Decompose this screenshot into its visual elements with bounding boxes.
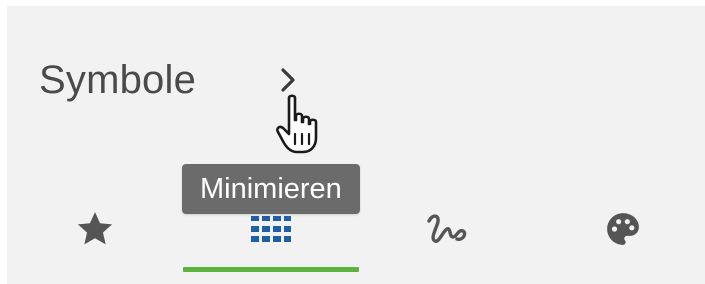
hand-pointer-cursor [275,94,329,158]
chevron-right-icon [279,67,297,93]
tooltip: Minimieren [182,164,360,214]
active-tab-indicator [183,267,359,272]
symbols-panel: Symbole Minimieren [7,6,705,284]
collapse-button[interactable] [273,62,303,98]
tab-favorites[interactable] [7,181,183,276]
grid-icon [251,215,291,242]
tab-colors[interactable] [535,181,705,276]
palette-icon [603,209,643,249]
star-icon [73,207,117,251]
panel-header: Symbole [7,6,705,156]
signature-icon [425,211,469,247]
tab-signatures[interactable] [359,181,535,276]
panel-title: Symbole [39,58,197,102]
